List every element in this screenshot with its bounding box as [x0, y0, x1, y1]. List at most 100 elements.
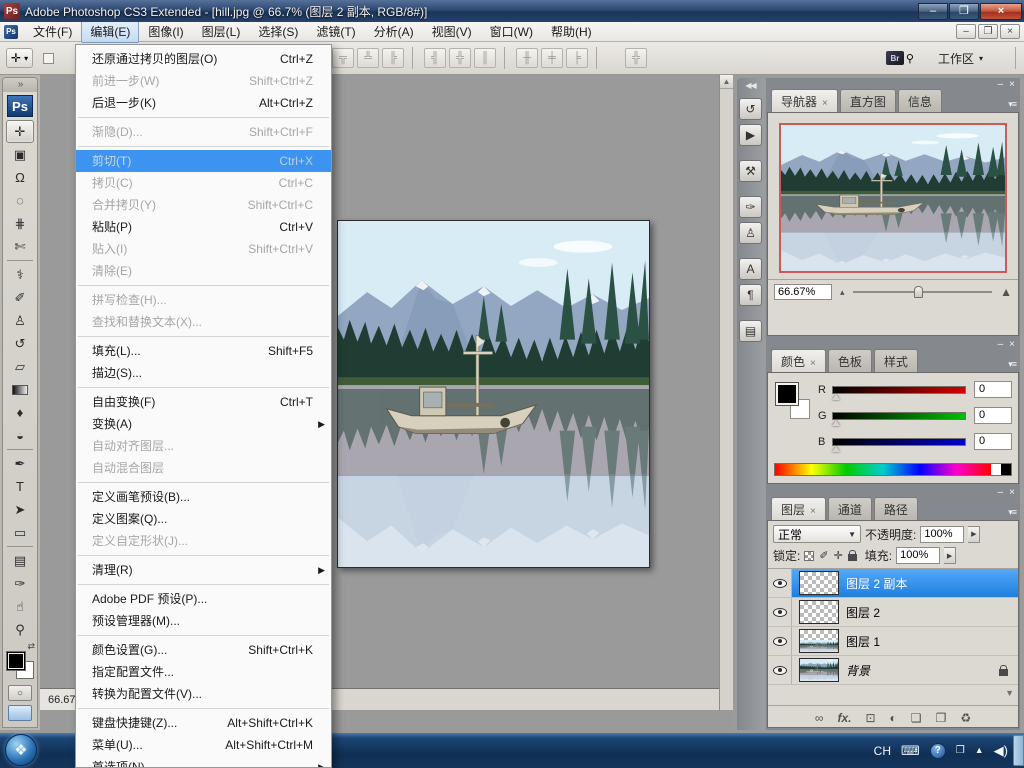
character-panel-button[interactable]: A [739, 258, 762, 280]
slider-thumb[interactable] [832, 445, 840, 452]
opacity-spinner[interactable]: ▶ [968, 525, 981, 543]
tab-styles[interactable]: 样式 [873, 349, 918, 372]
slice-tool[interactable]: ✄ [6, 235, 34, 258]
panel-menu-icon[interactable]: ▾≡ [1008, 359, 1017, 370]
tab-info[interactable]: 信息 [897, 89, 942, 112]
panel-close-icon[interactable]: × [1009, 339, 1015, 350]
show-desktop-button[interactable] [1013, 735, 1024, 766]
menu-item-keyboard-shortcuts[interactable]: 键盘快捷键(Z)... Alt+Shift+Ctrl+K [76, 712, 331, 734]
menu-image[interactable]: 图像(I) [139, 20, 192, 43]
menu-item-purge[interactable]: 清理(R) ▶ [76, 559, 331, 581]
menu-analysis[interactable]: 分析(A) [365, 20, 423, 43]
help-icon[interactable]: ? [929, 742, 946, 759]
menu-item-fill[interactable]: 填充(L)... Shift+F5 [76, 340, 331, 362]
healing-brush-tool[interactable]: ⚕ [6, 263, 34, 286]
menu-item-paste[interactable]: 粘贴(P) Ctrl+V [76, 216, 331, 238]
menu-select[interactable]: 选择(S) [249, 20, 307, 43]
brushes-panel-button[interactable]: ✑ [739, 196, 762, 218]
align-hcenter-button[interactable]: ╬ [449, 48, 472, 68]
language-indicator[interactable]: CH [874, 744, 891, 758]
align-bottom-button[interactable]: ╠ [382, 48, 405, 68]
menu-item-step-backward[interactable]: 后退一步(K) Alt+Ctrl+Z [76, 92, 331, 114]
paragraph-panel-button[interactable]: ¶ [739, 284, 762, 306]
clone-stamp-tool[interactable]: ♙ [6, 309, 34, 332]
workspace-dropdown[interactable]: 工作区 ▾ [928, 47, 993, 70]
foreground-color-swatch[interactable] [6, 651, 26, 671]
slider-thumb[interactable] [832, 393, 840, 400]
spectrum-black[interactable] [1001, 464, 1011, 475]
menu-help[interactable]: 帮助(H) [542, 20, 601, 43]
auto-select-checkbox[interactable] [43, 52, 55, 64]
scroll-down-icon[interactable]: ▼ [1005, 688, 1014, 698]
spectrum-white[interactable] [991, 464, 1001, 475]
layer-thumbnail[interactable] [799, 658, 839, 682]
delete-layer-icon[interactable]: ♻ [960, 712, 971, 724]
color-spectrum-bar[interactable] [774, 463, 1012, 476]
visibility-cell[interactable] [768, 598, 792, 626]
eraser-tool[interactable]: ▱ [6, 355, 34, 378]
adjustment-layer-icon[interactable]: ◐ [890, 712, 897, 724]
navigator-zoom-field[interactable]: 66.67% [774, 284, 832, 300]
menu-item-transform[interactable]: 变换(A) ▶ [76, 413, 331, 435]
panel-minimize-icon[interactable]: – [998, 339, 1004, 350]
canvas[interactable] [337, 220, 650, 568]
tab-swatches[interactable]: 色板 [827, 349, 872, 372]
zoom-out-icon[interactable]: ▴ [840, 287, 845, 298]
menu-file[interactable]: 文件(F) [24, 20, 81, 43]
opacity-field[interactable]: 100% [920, 525, 965, 543]
visibility-cell[interactable] [768, 569, 792, 597]
panel-menu-icon[interactable]: ▾≡ [1008, 507, 1017, 518]
menu-window[interactable]: 窗口(W) [481, 20, 542, 43]
visibility-cell[interactable] [768, 627, 792, 655]
screen-mode-button[interactable] [8, 705, 32, 721]
actions-panel-button[interactable]: ▶ [739, 124, 762, 146]
move-tool[interactable]: ✛ [6, 120, 34, 143]
restore-button[interactable]: ❐ [949, 2, 979, 20]
toolbox-expand-button[interactable]: » [3, 78, 37, 92]
panel-minimize-icon[interactable]: – [998, 79, 1004, 90]
tab-channels[interactable]: 通道 [827, 497, 872, 520]
speaker-icon[interactable]: ◀) [994, 744, 1008, 757]
window-tray-icon[interactable]: ❐ [956, 745, 965, 756]
green-slider[interactable] [832, 411, 966, 426]
history-brush-tool[interactable]: ↺ [6, 332, 34, 355]
foreground-color-swatch[interactable] [775, 382, 799, 406]
layer-row-1[interactable]: 图层 1 [768, 627, 1018, 656]
eyedropper-tool[interactable]: ✑ [6, 572, 34, 595]
lock-pixels-icon[interactable]: ✐ [819, 549, 828, 562]
red-value-field[interactable]: 0 [974, 381, 1012, 398]
hand-tool[interactable]: ☝ [6, 595, 34, 618]
menu-item-assign-profile[interactable]: 指定配置文件... [76, 661, 331, 683]
quick-mask-button[interactable]: ○ [8, 685, 32, 701]
layer-row-2[interactable]: 图层 2 [768, 598, 1018, 627]
menu-filter[interactable]: 滤镜(T) [307, 20, 364, 43]
new-group-icon[interactable]: ❏ [911, 712, 922, 724]
tab-close-icon[interactable]: × [810, 506, 816, 517]
spectrum-gradient[interactable] [775, 464, 991, 475]
fill-field[interactable]: 100% [896, 547, 941, 564]
brush-tool[interactable]: ✐ [6, 286, 34, 309]
swap-colors-icon[interactable]: ⇄ [27, 641, 35, 652]
navigator-preview[interactable] [779, 123, 1007, 273]
auto-align-button[interactable]: ╬ [625, 48, 648, 68]
rect-marquee-tool[interactable]: ▣ [6, 143, 34, 166]
align-vcenter-button[interactable]: ╩ [357, 48, 380, 68]
layer-thumbnail[interactable] [799, 571, 839, 595]
tab-histogram[interactable]: 直方图 [839, 89, 896, 112]
current-tool-button[interactable]: ✛ ▾ [6, 48, 34, 68]
tab-paths[interactable]: 路径 [873, 497, 918, 520]
bridge-button[interactable]: Br ⚲ [885, 51, 914, 65]
blur-tool[interactable]: ♦ [6, 401, 34, 424]
tool-presets-panel-button[interactable]: ⚒ [739, 160, 762, 182]
panel-menu-icon[interactable]: ▾≡ [1008, 99, 1017, 110]
layer-row-copy[interactable]: 图层 2 副本 [768, 569, 1018, 598]
show-hidden-icons[interactable]: ▲ [975, 746, 984, 755]
menu-layer[interactable]: 图层(L) [193, 20, 250, 43]
distribute-v-button[interactable]: ╫ [516, 48, 539, 68]
zoom-in-icon[interactable]: ▲ [1000, 285, 1012, 299]
notes-tool[interactable]: ▤ [6, 549, 34, 572]
menu-item-define-brush-preset[interactable]: 定义画笔预设(B)... [76, 486, 331, 508]
tab-navigator[interactable]: 导航器 × [771, 89, 838, 112]
dock-collapse-button[interactable]: ◀◀ [737, 78, 764, 94]
doc-restore-button[interactable]: ❐ [978, 24, 998, 39]
